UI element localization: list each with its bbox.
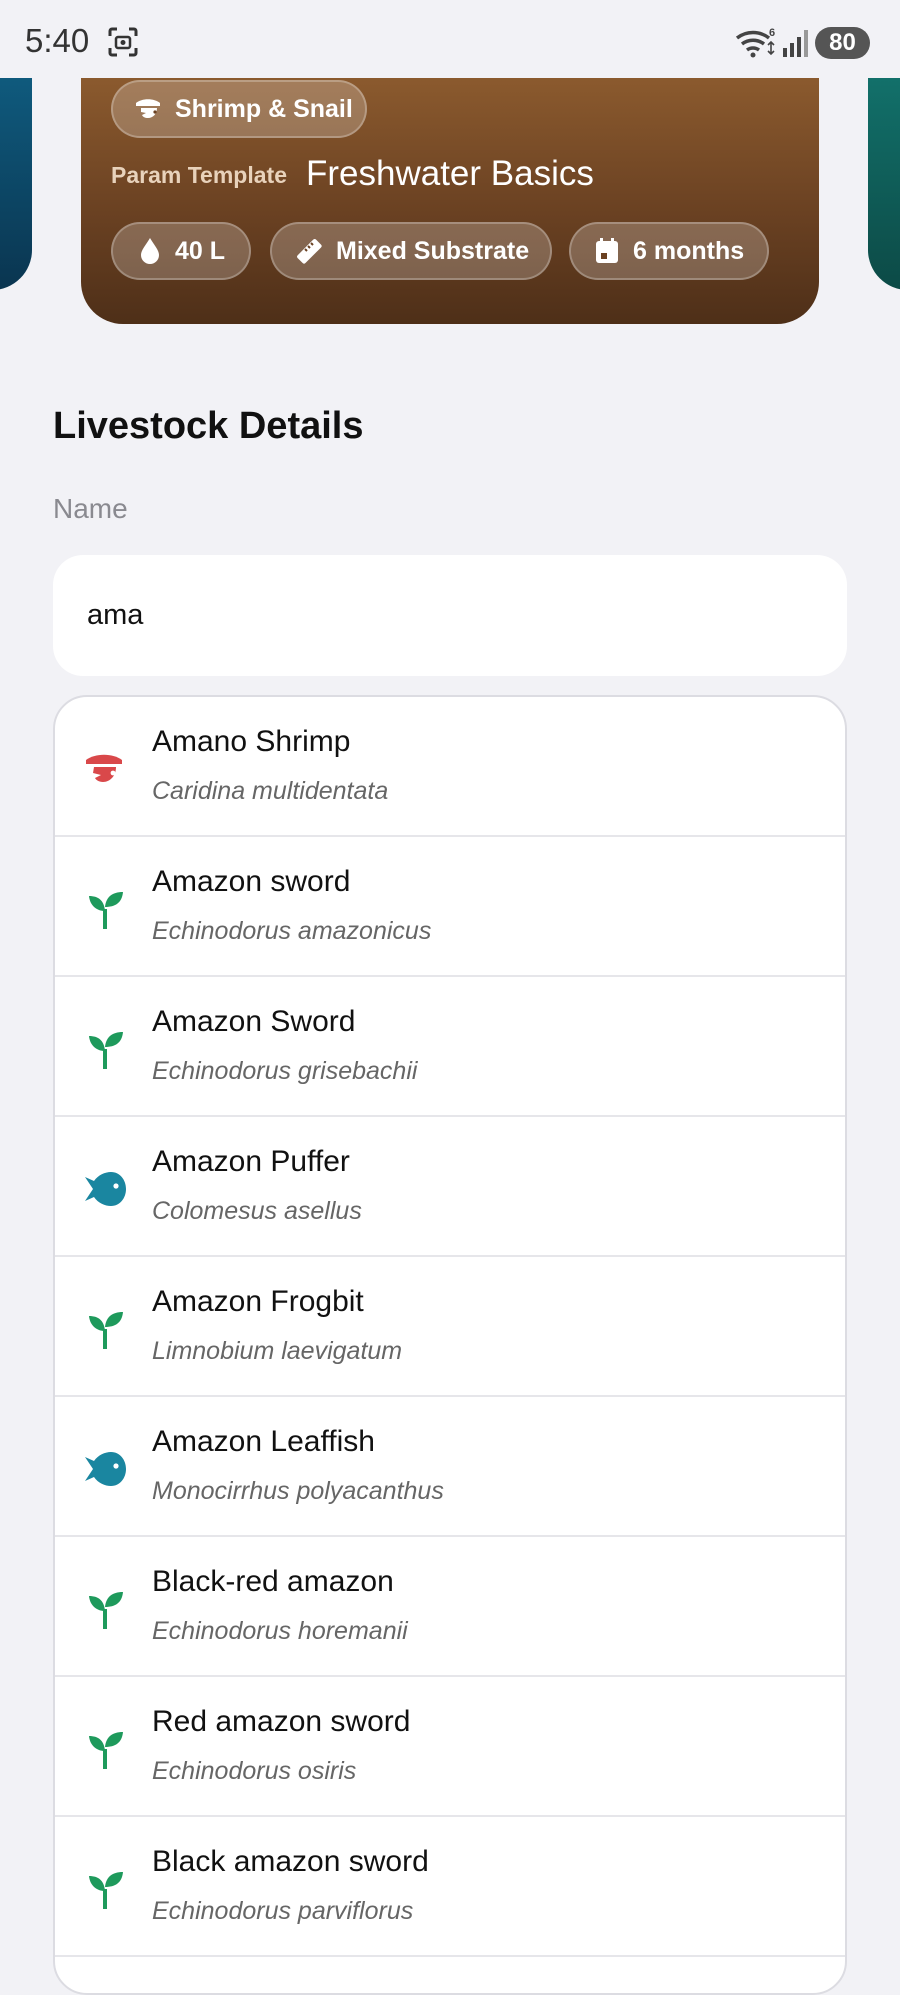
- status-time: 5:40: [25, 22, 90, 59]
- species-common-name: Amano Shrimp: [152, 725, 351, 758]
- list-item[interactable]: Amazon Leaffish Monocirrhus polyacanthus: [55, 1397, 845, 1537]
- tank-type-label: Shrimp & Snail: [175, 94, 353, 123]
- species-common-name: Amazon Sword: [152, 1005, 356, 1038]
- svg-text:6: 6: [769, 27, 775, 39]
- param-template-label: Param Template: [111, 162, 287, 188]
- list-item[interactable]: Black amazon sword Echinodorus parvifloru…: [55, 1817, 845, 1957]
- list-item[interactable]: Black-red amazon Echinodorus horemanii: [55, 1537, 845, 1677]
- species-scientific-name: Colomesus asellus: [152, 1197, 362, 1225]
- screenshot-icon: [108, 27, 138, 57]
- list-item[interactable]: Amazon Sword Echinodorus grisebachii: [55, 977, 845, 1117]
- age-label: 6 months: [633, 236, 745, 265]
- plant-icon: [83, 1727, 127, 1771]
- volume-label: 40 L: [175, 236, 226, 265]
- tank-card[interactable]: Shrimp & Snail Param Template Freshwater…: [81, 78, 819, 324]
- age-chip: 6 months: [569, 222, 769, 280]
- species-scientific-name: Echinodorus amazonicus: [152, 917, 432, 945]
- list-item[interactable]: Amazon Frogbit Limnobium laevigatum: [55, 1257, 845, 1397]
- list-item[interactable]: Red amazon sword Echinodorus osiris: [55, 1677, 845, 1817]
- signal-icon: [783, 30, 808, 57]
- species-common-name: Amazon sword: [152, 865, 351, 898]
- plant-icon: [83, 1307, 127, 1351]
- substrate-label: Mixed Substrate: [336, 236, 530, 265]
- species-scientific-name: Limnobium laevigatum: [152, 1337, 403, 1365]
- species-common-name: Amazon Leaffish: [152, 1425, 375, 1458]
- list-item[interactable]: Amazon Puffer Colomesus asellus: [55, 1117, 845, 1257]
- param-template-value: Freshwater Basics: [306, 154, 594, 193]
- plant-icon: [83, 1027, 127, 1071]
- species-scientific-name: Echinodorus osiris: [152, 1757, 357, 1785]
- volume-chip: 40 L: [111, 222, 251, 280]
- species-scientific-name: Echinodorus parviflorus: [152, 1897, 414, 1925]
- species-common-name: Amazon Frogbit: [152, 1285, 364, 1318]
- list-item[interactable]: Amazon sword Echinodorus amazonicus: [55, 837, 845, 977]
- tank-type-chip: Shrimp & Snail: [111, 80, 367, 138]
- shrimp-icon: [83, 747, 127, 791]
- species-scientific-name: Echinodorus grisebachii: [152, 1057, 418, 1085]
- name-field-label: Name: [53, 493, 128, 524]
- species-common-name: Black-red amazon: [152, 1565, 394, 1598]
- species-scientific-name: Monocirrhus polyacanthus: [152, 1477, 444, 1505]
- species-scientific-name: Caridina multidentata: [152, 777, 389, 805]
- calendar-icon: [596, 238, 618, 263]
- list-item[interactable]: Amano Shrimp Caridina multidentata: [55, 697, 845, 837]
- plant-icon: [83, 887, 127, 931]
- species-common-name: Amazon Puffer: [152, 1145, 350, 1178]
- suggestion-list: Amano Shrimp Caridina multidentata Amazon …: [53, 695, 847, 1995]
- shrimp-icon: [136, 99, 160, 118]
- plant-icon: [83, 1867, 127, 1911]
- wifi-icon: 6: [735, 27, 775, 58]
- species-common-name: Red amazon sword: [152, 1705, 411, 1738]
- status-bar: 5:40 6 80: [0, 0, 900, 78]
- tank-card-previous[interactable]: [0, 78, 32, 290]
- species-common-name: Black amazon sword: [152, 1845, 429, 1878]
- fish-icon: [83, 1167, 127, 1211]
- species-scientific-name: Echinodorus horemanii: [152, 1617, 408, 1645]
- name-input[interactable]: [53, 555, 847, 676]
- fish-icon: [83, 1447, 127, 1491]
- ruler-icon: [297, 239, 322, 264]
- substrate-chip: Mixed Substrate: [270, 222, 552, 280]
- tank-card-next[interactable]: [868, 78, 900, 290]
- section-title: Livestock Details: [53, 405, 364, 447]
- plant-icon: [83, 1587, 127, 1631]
- battery-indicator: 80: [815, 27, 870, 59]
- water-drop-icon: [141, 238, 159, 264]
